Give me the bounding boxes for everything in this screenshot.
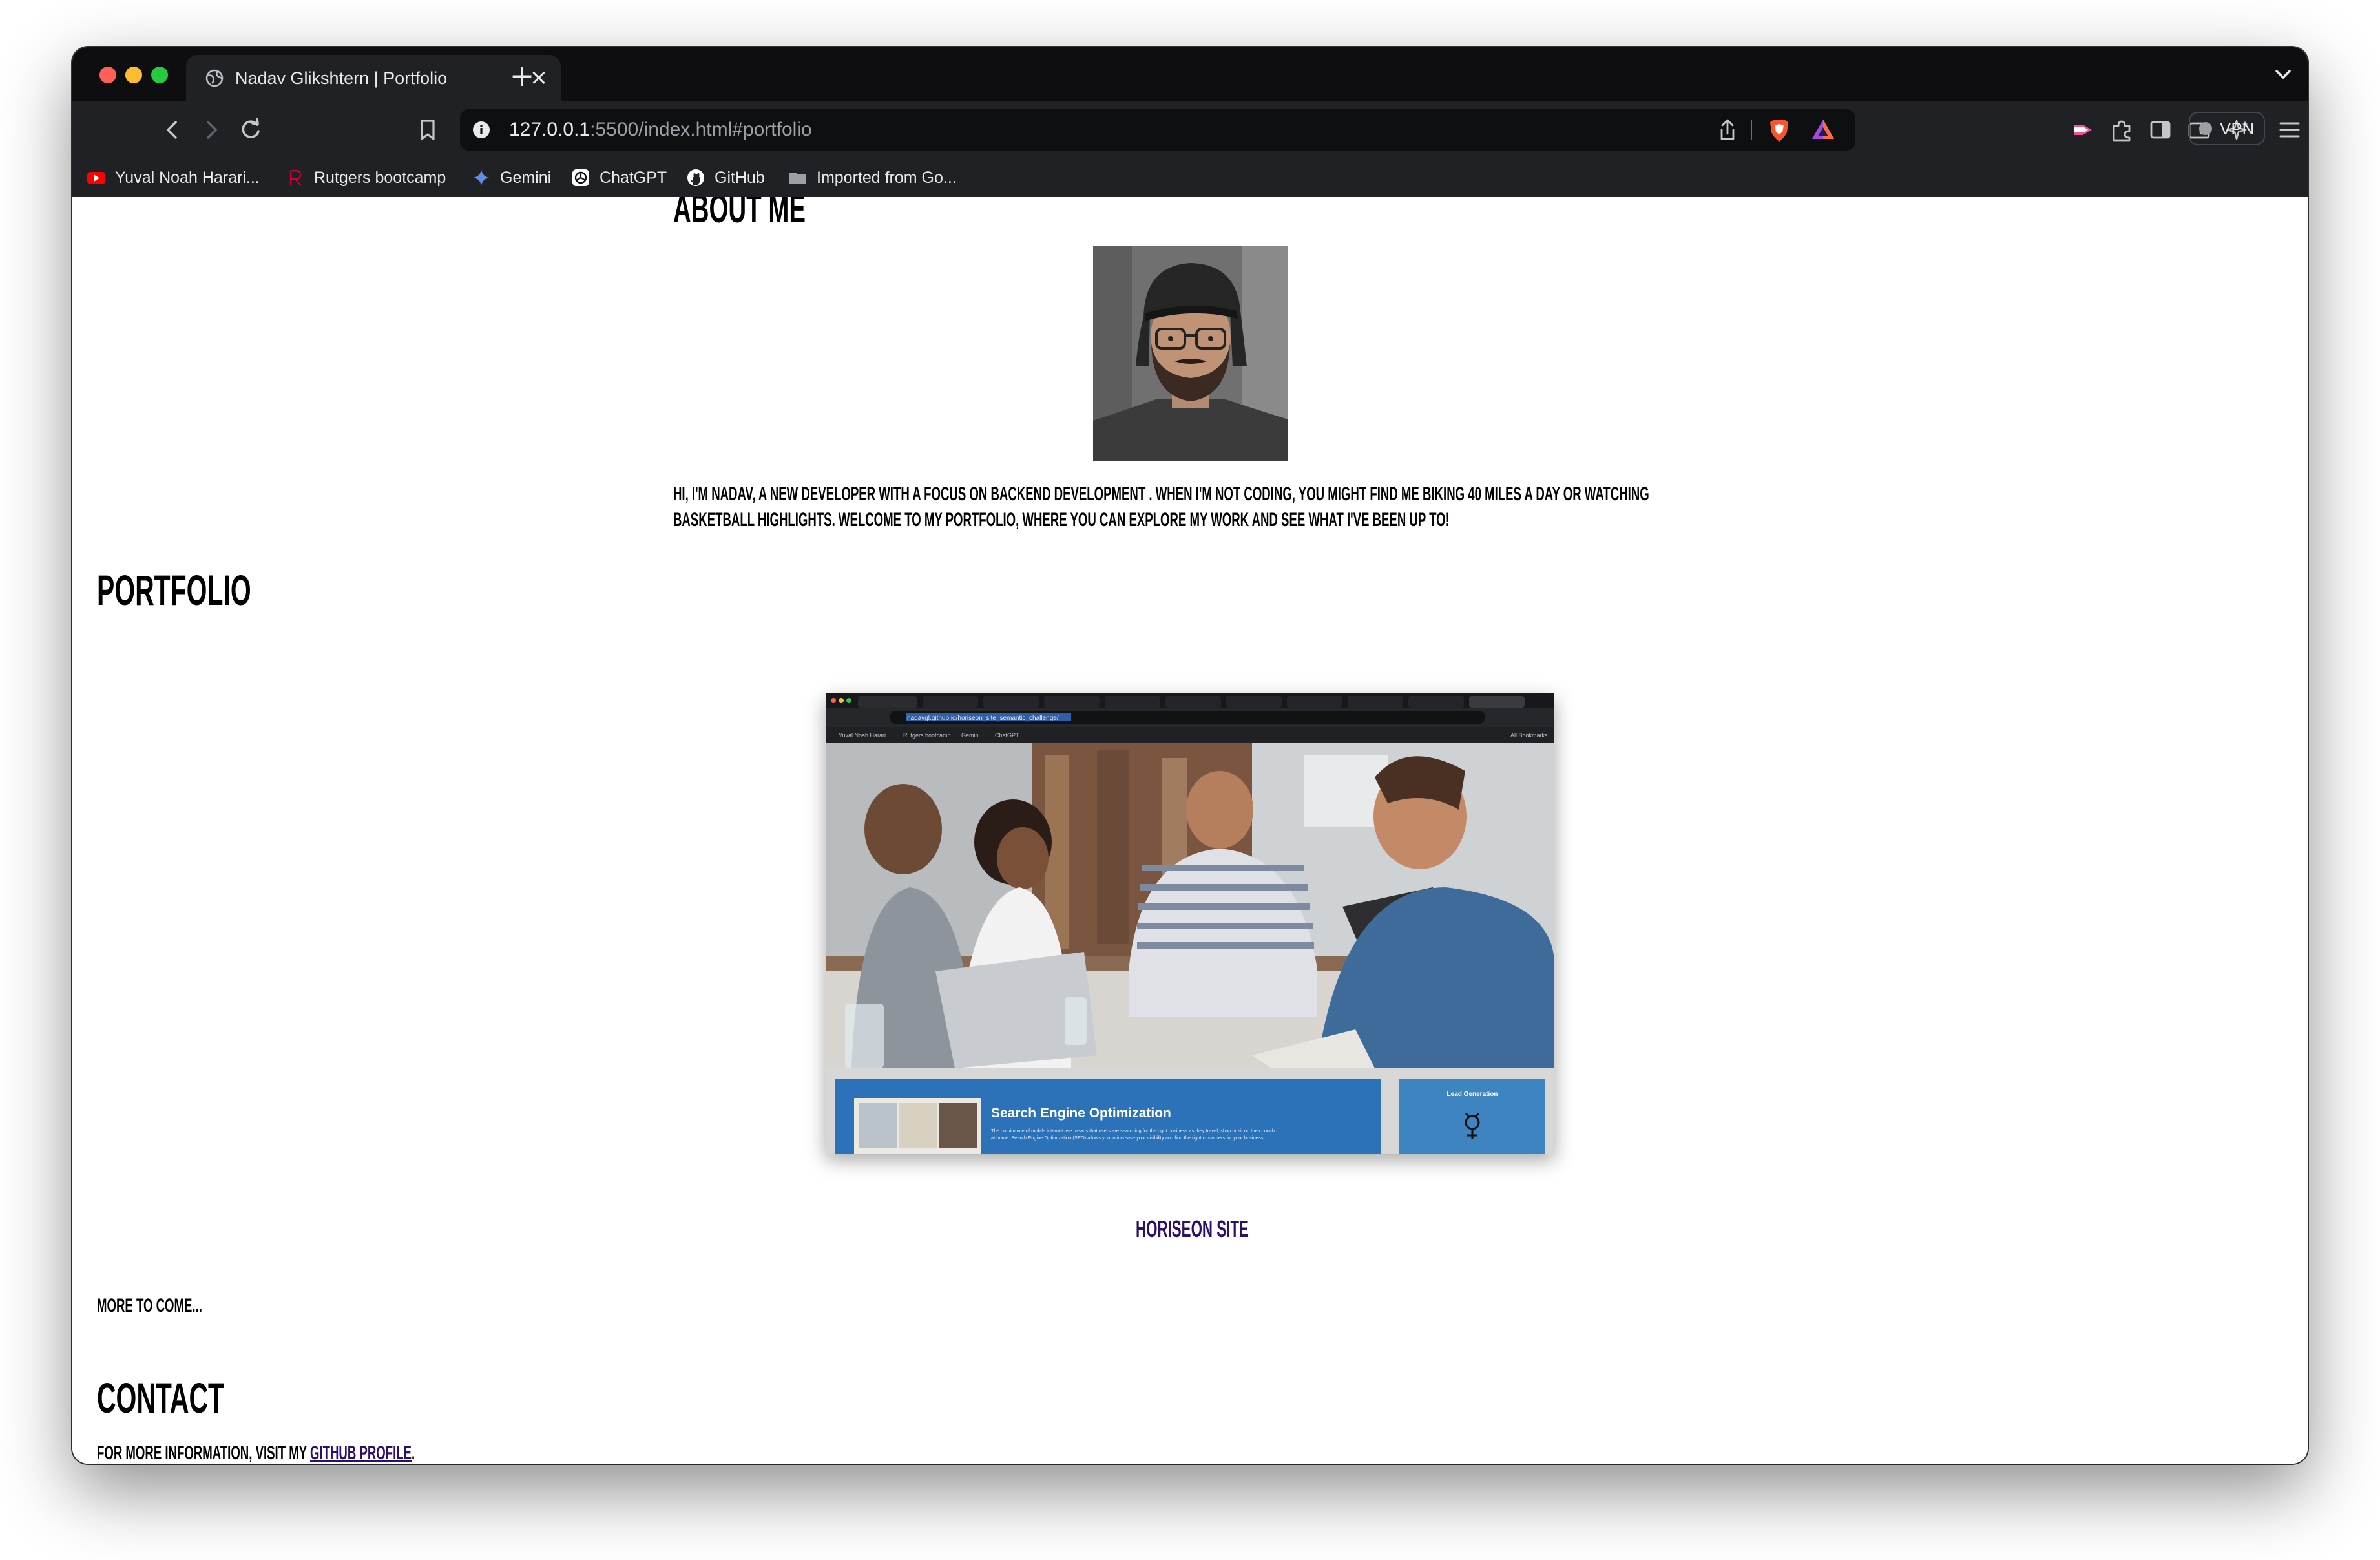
new-tab-button[interactable]: + xyxy=(503,56,541,95)
rutgers-icon xyxy=(289,169,302,186)
gemini-icon xyxy=(473,169,490,186)
screenshot-bookmark: Rutgers bootcamp xyxy=(903,732,951,739)
seo-body-line: at home. Search Engine Optimization (SEO… xyxy=(991,1135,1265,1141)
bookmark-label: ChatGPT xyxy=(600,168,667,187)
contact-suffix-text: . xyxy=(412,1442,415,1464)
more-to-come-text: MORE TO COME... xyxy=(97,1293,267,1319)
screenshot-bookmark: Yuval Noah Harari... xyxy=(839,732,891,739)
site-info-icon[interactable] xyxy=(472,120,491,140)
horiseon-site-link-text[interactable]: HORISEON SITE xyxy=(1136,1214,1249,1244)
github-icon xyxy=(687,169,704,186)
bio-line: HI, I'M NADAV, A NEW DEVELOPER WITH A FO… xyxy=(673,483,1649,505)
more-to-come-label: MORE TO COME... xyxy=(97,1295,202,1316)
bookmark-imported-folder[interactable]: Imported from Go... xyxy=(788,162,957,193)
minimize-window-button[interactable] xyxy=(125,67,142,83)
globe-icon xyxy=(205,69,224,87)
bookmark-label: Yuval Noah Harari... xyxy=(115,168,260,187)
brave-shields-icon[interactable] xyxy=(1765,116,1793,144)
vpn-button[interactable]: VPN xyxy=(2189,112,2265,145)
forward-icon[interactable] xyxy=(193,112,229,148)
brave-rewards-icon[interactable] xyxy=(1809,116,1837,144)
chatgpt-icon xyxy=(572,169,589,186)
seo-title: Search Engine Optimization xyxy=(991,1106,1171,1121)
bookmark-rutgers-bootcamp[interactable]: Rutgers bootcamp xyxy=(286,162,446,193)
horiseon-project-screenshot[interactable]: nadavgl.github.io/horiseon_site_semantic… xyxy=(826,693,1554,1154)
seo-body-line: The dominance of mobile internet use mea… xyxy=(991,1128,1275,1133)
vpn-label: VPN xyxy=(2220,119,2255,138)
toolbar: 127.0.0.1:5500/index.html#portfolio VPN xyxy=(72,101,2308,158)
share-icon[interactable] xyxy=(1713,116,1742,144)
zoom-window-button[interactable] xyxy=(151,67,168,83)
github-profile-link[interactable]: GITHUB PROFILE xyxy=(310,1442,412,1464)
contact-paragraph: FOR MORE INFORMATION, VISIT MY GITHUB PR… xyxy=(97,1440,610,1464)
screenshot-bookmark: Gemini xyxy=(961,732,980,739)
media-extension-icon[interactable] xyxy=(2069,116,2097,144)
portfolio-heading: PORTFOLIO xyxy=(97,564,346,616)
bookmark-chatgpt[interactable]: ChatGPT xyxy=(571,162,667,193)
team-meeting-photo xyxy=(826,743,1554,1068)
bookmark-label: GitHub xyxy=(715,168,765,187)
sidebar-icon[interactable] xyxy=(2146,116,2175,144)
tab-title: Nadav Glikshtern | Portfolio xyxy=(235,69,448,88)
folder-icon xyxy=(789,173,806,184)
bookmark-label: Gemini xyxy=(500,168,552,187)
bookmark-yuval-noah-harari[interactable]: Yuval Noah Harari... xyxy=(87,162,260,193)
contact-heading: CONTACT xyxy=(97,1372,302,1424)
url-path: :5500/index.html#portfolio xyxy=(590,119,812,140)
close-window-button[interactable] xyxy=(99,67,116,83)
url-host: 127.0.0.1 xyxy=(509,119,590,140)
bio-line: BASKETBALL HIGHLIGHTS. WELCOME TO MY POR… xyxy=(673,509,1450,531)
bookmark-github[interactable]: GitHub xyxy=(686,162,765,193)
about-me-heading: ABOUT ME xyxy=(673,197,887,233)
bookmark-icon[interactable] xyxy=(410,112,446,148)
portfolio-heading-text: PORTFOLIO xyxy=(97,566,251,614)
address-bar[interactable]: 127.0.0.1:5500/index.html#portfolio xyxy=(460,109,1855,151)
browser-window: Nadav Glikshtern | Portfolio × + 127.0.0… xyxy=(72,47,2308,1464)
screenshot-url: nadavgl.github.io/horiseon_site_semantic… xyxy=(907,715,1059,722)
bookmark-gemini[interactable]: Gemini xyxy=(472,162,551,193)
extensions-icon[interactable] xyxy=(2107,116,2136,144)
url-text[interactable]: 127.0.0.1:5500/index.html#portfolio xyxy=(509,117,1414,143)
tab-strip: Nadav Glikshtern | Portfolio × + xyxy=(72,47,2308,101)
bookmark-label: Imported from Go... xyxy=(817,168,957,187)
back-icon[interactable] xyxy=(155,112,191,148)
contact-heading-text: CONTACT xyxy=(97,1374,224,1422)
page-viewport: ABOUT ME HI, I'M NADAV, A NEW DEVELOPER … xyxy=(72,197,2308,1464)
browser-chrome: Nadav Glikshtern | Portfolio × + 127.0.0… xyxy=(72,47,2308,197)
profile-photo xyxy=(1093,246,1288,461)
contact-prefix-text: FOR MORE INFORMATION, VISIT MY xyxy=(97,1442,310,1464)
about-me-heading-text: ABOUT ME xyxy=(673,197,806,231)
reload-icon[interactable] xyxy=(233,112,269,148)
bio-paragraph: HI, I'M NADAV, A NEW DEVELOPER WITH A FO… xyxy=(673,481,2248,533)
youtube-icon xyxy=(87,172,105,184)
screenshot-bookmark: ChatGPT xyxy=(995,732,1019,739)
bookmarks-bar: Yuval Noah Harari... Rutgers bootcamp Ge… xyxy=(72,158,2308,197)
horiseon-site-link[interactable]: HORISEON SITE xyxy=(1136,1214,1318,1244)
bookmark-label: Rutgers bootcamp xyxy=(314,168,446,187)
screenshot-bookmark: All Bookmarks xyxy=(1510,732,1548,739)
url-divider xyxy=(1751,120,1752,140)
chevron-down-icon[interactable] xyxy=(2270,61,2296,87)
vpn-status-icon xyxy=(2199,122,2212,135)
menu-icon[interactable] xyxy=(2275,116,2304,144)
lead-generation-title: Lead Generation xyxy=(1447,1091,1498,1098)
